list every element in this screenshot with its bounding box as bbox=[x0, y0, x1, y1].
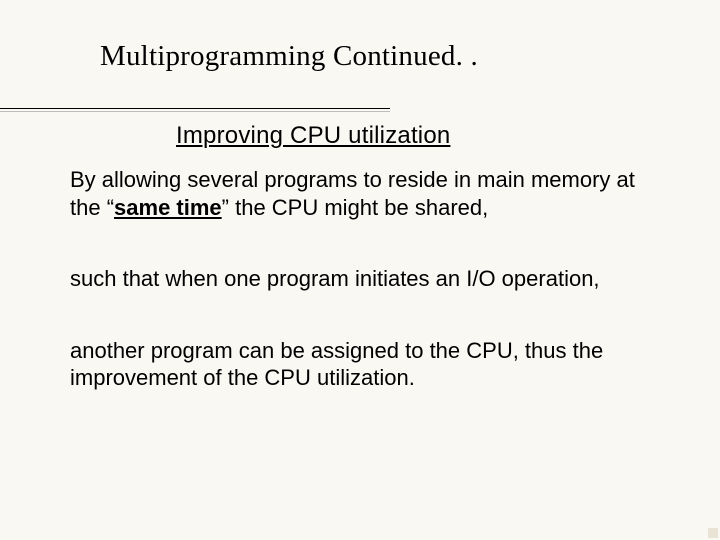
paragraph-2: such that when one program initiates an … bbox=[70, 265, 660, 293]
slide-body: By allowing several programs to reside i… bbox=[70, 166, 660, 436]
slide: Multiprogramming Continued. . Improving … bbox=[0, 0, 720, 540]
paragraph-1-post: ” the CPU might be shared, bbox=[222, 195, 489, 220]
paragraph-1: By allowing several programs to reside i… bbox=[70, 166, 660, 221]
paragraph-1-emphasis: same time bbox=[114, 195, 222, 220]
corner-decoration bbox=[706, 526, 720, 540]
slide-title: Multiprogramming Continued. . bbox=[100, 40, 478, 73]
horizontal-rule bbox=[0, 108, 390, 109]
slide-subtitle: Improving CPU utilization bbox=[176, 122, 450, 150]
paragraph-3: another program can be assigned to the C… bbox=[70, 337, 660, 392]
